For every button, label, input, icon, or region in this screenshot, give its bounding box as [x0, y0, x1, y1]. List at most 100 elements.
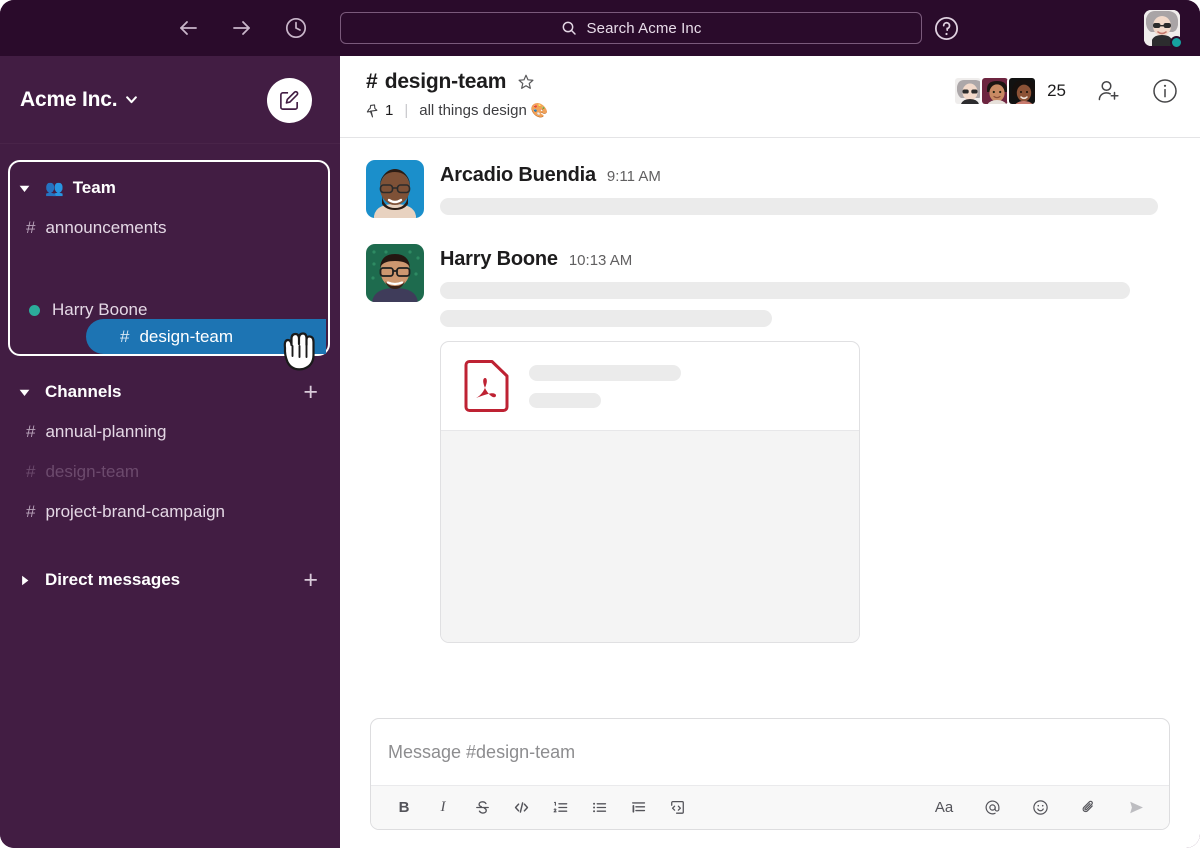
attach-button[interactable]: [1073, 795, 1103, 821]
sidebar: Acme Inc. 👥 Team # announcements Harry B…: [0, 56, 340, 848]
strikethrough-button[interactable]: [467, 795, 497, 821]
file-title-placeholder: [529, 364, 681, 381]
message-row: Arcadio Buendia 9:11 AM: [340, 160, 1200, 218]
strikethrough-icon: [475, 801, 489, 814]
arrow-right-icon[interactable]: [230, 16, 254, 40]
slack-window: Search Acme Inc Acme Inc. 👥 Team # annou…: [0, 0, 1200, 848]
nav-icon-group: [176, 16, 308, 40]
mention-icon: [985, 800, 999, 815]
message-author[interactable]: Harry Boone: [440, 248, 558, 271]
send-button[interactable]: [1121, 795, 1151, 821]
workspace-header[interactable]: Acme Inc.: [0, 56, 340, 144]
compose-pencil-icon: [280, 90, 299, 110]
avatar: [980, 76, 1011, 106]
blockquote-button[interactable]: [623, 795, 653, 821]
sidebar-item-annual-planning[interactable]: # annual-planning: [0, 412, 340, 452]
formatting-button[interactable]: Aa: [929, 795, 959, 821]
ordered-list-button[interactable]: [545, 795, 575, 821]
member-count[interactable]: 25: [1047, 81, 1066, 101]
sidebar-section-direct-messages[interactable]: Direct messages +: [0, 560, 340, 600]
arrow-left-icon[interactable]: [176, 16, 200, 40]
top-bar: Search Acme Inc: [0, 0, 1200, 56]
clock-icon[interactable]: [284, 16, 308, 40]
triangle-down-icon: [19, 389, 30, 396]
sidebar-item-label: Harry Boone: [52, 300, 148, 319]
emoji-button[interactable]: [1025, 795, 1055, 821]
presence-indicator: [1170, 36, 1183, 49]
message-author[interactable]: Arcadio Buendia: [440, 164, 596, 187]
message-body: Harry Boone 10:13 AM: [440, 244, 1172, 643]
drag-gap: [0, 248, 340, 290]
triangle-right-icon: [22, 575, 29, 585]
subheader-divider: |: [404, 102, 409, 119]
star-outline-icon[interactable]: [517, 73, 535, 91]
emoji-smiley-icon: [1032, 800, 1048, 815]
avatar[interactable]: [366, 244, 424, 302]
file-meta: [529, 364, 681, 408]
avatar: [953, 76, 984, 106]
hash-icon: #: [26, 502, 36, 521]
message-timestamp: 10:13 AM: [568, 252, 633, 269]
add-channel-button[interactable]: +: [303, 379, 318, 405]
bold-button[interactable]: B: [389, 795, 419, 821]
main-panel: # design-team 1 | all things design 🎨 25…: [340, 56, 1200, 848]
code-block-icon: [670, 800, 684, 814]
palette-icon: 🎨: [530, 102, 549, 118]
code-icon: [514, 802, 528, 813]
sidebar-section-team[interactable]: 👥 Team: [0, 168, 340, 208]
pin-icon[interactable]: [366, 103, 379, 118]
info-circle-icon[interactable]: [1152, 78, 1178, 104]
message-text-placeholder: [440, 310, 772, 327]
member-facepile[interactable]: [953, 76, 1038, 106]
italic-button[interactable]: I: [428, 795, 458, 821]
sidebar-section-label: Channels: [45, 382, 122, 401]
message-text-placeholder: [440, 198, 1158, 215]
message-header: Harry Boone 10:13 AM: [440, 248, 1172, 271]
send-arrow-icon: [1129, 801, 1143, 814]
code-button[interactable]: [506, 795, 536, 821]
file-attachment-card[interactable]: [440, 341, 860, 643]
bulleted-list-icon: [592, 802, 606, 813]
sidebar-item-project-brand-campaign[interactable]: # project-brand-campaign: [0, 492, 340, 532]
sidebar-item-label: design-team: [45, 462, 140, 481]
sidebar-section-label: Team: [72, 178, 116, 197]
presence-dot-icon: [29, 304, 40, 316]
file-card-header: [441, 342, 859, 430]
person-add-icon[interactable]: [1096, 78, 1122, 104]
search-icon: [562, 21, 576, 35]
triangle-down-icon: [19, 185, 30, 192]
hash-icon: #: [26, 218, 36, 237]
avatar: [1007, 76, 1038, 106]
message-body: Arcadio Buendia 9:11 AM: [440, 160, 1172, 218]
mention-button[interactable]: [977, 795, 1007, 821]
compose-button[interactable]: [267, 78, 312, 123]
people-icon: 👥: [45, 180, 64, 197]
add-dm-button[interactable]: +: [303, 567, 318, 593]
channel-header-actions: 25: [953, 76, 1178, 106]
grabbing-hand-cursor: [278, 328, 322, 374]
pinned-count[interactable]: 1: [385, 102, 393, 119]
message-list: Arcadio Buendia 9:11 AM Harry Boone 10:1…: [340, 138, 1200, 738]
ordered-list-icon: [553, 801, 567, 813]
sidebar-item-design-team-placeholder[interactable]: # design-team: [0, 452, 340, 492]
composer-toolbar: B I Aa: [371, 785, 1169, 829]
channel-topic[interactable]: all things design: [419, 102, 527, 119]
message-input[interactable]: Message #design-team: [371, 719, 1169, 785]
avatar[interactable]: [366, 160, 424, 218]
code-block-button[interactable]: [662, 795, 692, 821]
search-input[interactable]: Search Acme Inc: [340, 12, 922, 44]
file-subtitle-placeholder: [529, 392, 601, 408]
message-composer: Message #design-team B I Aa: [370, 718, 1170, 830]
sidebar-item-label: announcements: [45, 218, 167, 237]
file-preview: [441, 430, 859, 642]
sidebar-item-label: project-brand-campaign: [45, 502, 226, 521]
sidebar-item-announcements[interactable]: # announcements: [0, 208, 340, 248]
sidebar-section-channels[interactable]: Channels +: [0, 372, 340, 412]
help-circle-icon[interactable]: [934, 16, 959, 41]
message-header: Arcadio Buendia 9:11 AM: [440, 164, 1172, 187]
chevron-down-icon: [126, 96, 138, 104]
search-placeholder: Search Acme Inc: [586, 19, 702, 37]
message-text-placeholder: [440, 282, 1130, 299]
channel-header: # design-team 1 | all things design 🎨 25: [340, 56, 1200, 138]
bulleted-list-button[interactable]: [584, 795, 614, 821]
